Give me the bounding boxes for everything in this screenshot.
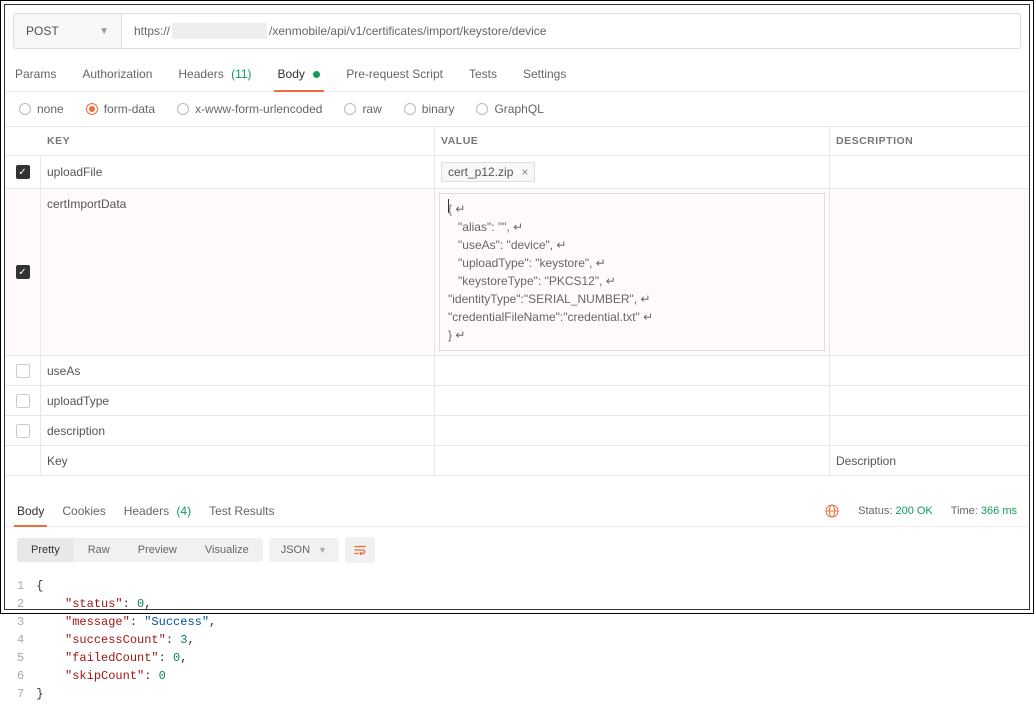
time-meta[interactable]: Time: 366 ms [951, 505, 1017, 517]
view-raw-button[interactable]: Raw [74, 538, 124, 562]
response-format-select[interactable]: JSON ▼ [269, 538, 339, 562]
table-row: description [5, 416, 1029, 446]
row-checkbox[interactable]: ✓ [16, 165, 30, 179]
radio-binary-label: binary [422, 102, 455, 116]
radio-none-label: none [37, 102, 64, 116]
table-row: useAs [5, 356, 1029, 386]
network-globe-icon[interactable] [824, 503, 840, 519]
response-tab-headers[interactable]: Headers (4) [124, 496, 191, 526]
time-value: 366 ms [981, 505, 1017, 517]
key-cell[interactable]: description [41, 416, 435, 445]
radio-formdata-label: form-data [104, 102, 155, 116]
value-cell[interactable]: cert_p12.zip × [435, 156, 830, 188]
value-cell[interactable]: { ↵ "alias": "", ↵ "useAs": "device", ↵ … [435, 189, 830, 355]
radio-icon [19, 103, 31, 115]
time-label: Time: [951, 505, 978, 517]
header-description: DESCRIPTION [830, 127, 1029, 155]
desc-cell[interactable] [830, 386, 1029, 415]
response-tab-headers-count: (4) [176, 504, 191, 518]
desc-cell[interactable] [830, 189, 1029, 355]
table-row-new: Key Description [5, 446, 1029, 476]
response-tab-cookies[interactable]: Cookies [62, 496, 105, 526]
desc-cell[interactable] [830, 156, 1029, 188]
tab-tests[interactable]: Tests [469, 57, 497, 91]
radio-icon [344, 103, 356, 115]
radio-graphql[interactable]: GraphQL [476, 102, 543, 116]
json-value-input[interactable]: { ↵ "alias": "", ↵ "useAs": "device", ↵ … [439, 193, 825, 351]
status-value: 200 OK [895, 505, 932, 517]
row-checkbox[interactable] [16, 394, 30, 408]
row-checkbox[interactable] [16, 364, 30, 378]
radio-none[interactable]: none [19, 102, 64, 116]
response-tab-testresults[interactable]: Test Results [209, 496, 274, 526]
key-cell[interactable]: uploadFile [41, 156, 435, 188]
http-method-select[interactable]: POST ▼ [13, 13, 121, 49]
radio-icon [404, 103, 416, 115]
table-row: ✓ certImportData { ↵ "alias": "", ↵ "use… [5, 189, 1029, 356]
radio-icon [177, 103, 189, 115]
table-row: ✓ uploadFile cert_p12.zip × [5, 156, 1029, 189]
tab-body-label: Body [278, 67, 305, 81]
key-cell[interactable]: uploadType [41, 386, 435, 415]
row-checkbox[interactable]: ✓ [16, 265, 30, 279]
chevron-down-icon: ▼ [318, 545, 327, 555]
radio-raw[interactable]: raw [344, 102, 381, 116]
radio-binary[interactable]: binary [404, 102, 455, 116]
url-input[interactable]: https:// /xenmobile/api/v1/certificates/… [121, 13, 1021, 49]
key-cell[interactable]: useAs [41, 356, 435, 385]
remove-file-icon[interactable]: × [521, 165, 528, 179]
url-path: /xenmobile/api/v1/certificates/import/ke… [269, 24, 546, 38]
response-format-label: JSON [281, 544, 310, 556]
desc-cell-placeholder[interactable]: Description [830, 446, 1029, 475]
desc-cell[interactable] [830, 356, 1029, 385]
tab-prerequest[interactable]: Pre-request Script [346, 57, 443, 91]
status-label: Status: [858, 505, 892, 517]
view-visualize-button[interactable]: Visualize [191, 538, 263, 562]
chevron-down-icon: ▼ [99, 26, 109, 37]
status-meta[interactable]: Status: 200 OK [858, 505, 933, 517]
value-cell[interactable] [435, 446, 830, 475]
url-redacted-host [172, 23, 267, 39]
tab-headers[interactable]: Headers (11) [178, 57, 251, 91]
radio-graphql-label: GraphQL [494, 102, 543, 116]
desc-cell[interactable] [830, 416, 1029, 445]
key-cell[interactable]: certImportData [41, 189, 435, 355]
response-body[interactable]: 1234567 { "status": 0, "message": "Succe… [5, 573, 1029, 707]
view-pretty-button[interactable]: Pretty [17, 538, 74, 562]
value-cell[interactable] [435, 386, 830, 415]
file-chip: cert_p12.zip × [441, 162, 535, 182]
header-key: KEY [41, 127, 435, 155]
body-modified-indicator [313, 71, 320, 78]
radio-icon [476, 103, 488, 115]
value-cell[interactable] [435, 356, 830, 385]
file-name: cert_p12.zip [448, 165, 513, 179]
radio-icon [86, 103, 98, 115]
tab-params[interactable]: Params [15, 57, 56, 91]
response-tab-body[interactable]: Body [17, 496, 44, 526]
wrap-lines-button[interactable] [345, 537, 375, 563]
url-prefix: https:// [134, 24, 170, 38]
radio-raw-label: raw [362, 102, 381, 116]
view-preview-button[interactable]: Preview [124, 538, 191, 562]
http-method-label: POST [26, 24, 59, 38]
response-tab-headers-label: Headers [124, 504, 169, 518]
tab-settings[interactable]: Settings [523, 57, 566, 91]
header-value: VALUE [435, 127, 830, 155]
tab-body[interactable]: Body [278, 57, 321, 91]
row-checkbox[interactable] [16, 424, 30, 438]
radio-urlencoded-label: x-www-form-urlencoded [195, 102, 322, 116]
key-cell-placeholder[interactable]: Key [41, 446, 435, 475]
code-content: { "status": 0, "message": "Success", "su… [36, 577, 216, 703]
formdata-table: KEY VALUE DESCRIPTION ✓ uploadFile cert_… [5, 126, 1029, 476]
tab-authorization[interactable]: Authorization [82, 57, 152, 91]
table-row: uploadType [5, 386, 1029, 416]
value-cell[interactable] [435, 416, 830, 445]
tab-headers-count: (11) [231, 67, 251, 81]
radio-formdata[interactable]: form-data [86, 102, 155, 116]
line-number-gutter: 1234567 [17, 577, 36, 703]
response-view-group: Pretty Raw Preview Visualize [17, 538, 263, 562]
wrap-icon [353, 543, 367, 557]
radio-urlencoded[interactable]: x-www-form-urlencoded [177, 102, 322, 116]
tab-headers-label: Headers [178, 67, 223, 81]
